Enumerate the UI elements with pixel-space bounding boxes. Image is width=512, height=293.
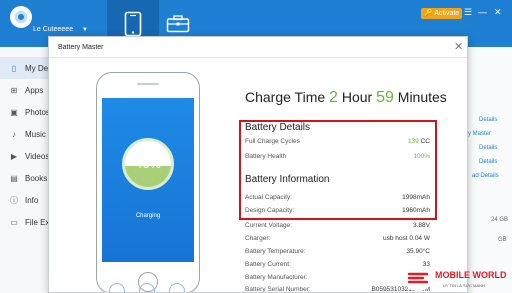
sidebar-item-books[interactable]: ▤ Books: [0, 167, 50, 189]
user-name[interactable]: Le Cuteeeee: [33, 26, 73, 33]
storage-free: GB: [498, 237, 507, 243]
battery-information-title: Battery Information: [245, 174, 330, 185]
hour-label: Hour: [341, 89, 373, 105]
photos-icon: ▣: [10, 107, 18, 117]
phone-screen: 46% Charging: [102, 98, 194, 262]
phone-illustration: 46% Charging: [96, 72, 200, 292]
actual-capacity-label: Actual Capacity:: [245, 194, 292, 201]
activate-label: Activate: [434, 10, 460, 17]
sidebar-item-label: Info: [25, 195, 39, 205]
close-window-icon[interactable]: ✕: [494, 7, 502, 18]
videos-icon: ▶: [10, 151, 18, 161]
settings-icon[interactable]: [169, 283, 185, 292]
details-link[interactable]: Details: [479, 145, 497, 151]
details-link[interactable]: Details: [479, 159, 497, 165]
cycles-number: 139: [407, 138, 419, 145]
minute-label: Minutes: [397, 89, 447, 105]
current-voltage-value: 3.88V: [413, 222, 430, 229]
cycles-unit: CC: [420, 138, 430, 145]
chevron-down-icon[interactable]: ▼: [82, 27, 88, 33]
battery-master-link[interactable]: y Master: [468, 131, 491, 137]
battery-health-value: 100%: [413, 153, 430, 160]
full-charge-cycles-value: 139 CC: [408, 138, 430, 145]
menu-icon[interactable]: ☰: [464, 7, 472, 18]
sidebar-item-label: File Ex: [25, 217, 50, 227]
battery-current-label: Battery Current:: [245, 261, 291, 268]
phone-icon: [124, 11, 142, 36]
battery-percent: 46%: [134, 156, 162, 171]
apps-icon: ⊞: [10, 85, 18, 95]
dialog-title: Battery Master: [58, 44, 104, 51]
sidebar-item-label: Books: [25, 173, 48, 183]
full-charge-cycles-label: Full Charge Cycles: [245, 138, 300, 145]
design-capacity-value: 1960mAh: [402, 207, 430, 214]
minimize-icon[interactable]: —: [478, 7, 487, 17]
music-icon: ♪: [12, 129, 16, 139]
details-link[interactable]: ad Details: [472, 173, 499, 179]
battery-details-title: Battery Details: [245, 122, 311, 133]
toolbox-icon: [166, 14, 190, 32]
sidebar-item-label: Videos: [25, 151, 50, 161]
battery-master-dialog: Battery Master ✕ 46% Charging Charge Tim…: [48, 36, 468, 293]
sidebar-item-label: Photos: [25, 107, 50, 117]
charge-hours: 2: [329, 89, 338, 106]
storage-size: 24 GB: [491, 217, 509, 223]
file-explorer-icon: ▭: [10, 217, 18, 227]
sidebar-item-music[interactable]: ♪ Music: [0, 123, 50, 145]
books-icon: ▤: [10, 173, 18, 183]
charger-label: Charger:: [245, 235, 271, 242]
charge-time-label: Charge Time: [245, 89, 326, 105]
current-voltage-label: Current Voltage:: [245, 222, 292, 229]
sidebar-item-videos[interactable]: ▶ Videos: [0, 145, 50, 167]
battery-temperature-label: Battery Temperature:: [245, 248, 306, 255]
close-icon[interactable]: ✕: [454, 40, 463, 54]
battery-level-gauge: 46%: [122, 138, 174, 190]
charging-status: Charging: [135, 213, 161, 219]
battery-temperature-value: 35.90°C: [406, 248, 430, 255]
battery-serial-number-label: Battery Serial Number:: [245, 286, 311, 293]
phone-icon: ▯: [11, 63, 17, 73]
refresh-icon[interactable]: [109, 283, 125, 292]
charger-value: usb host 0.04 W: [383, 235, 430, 242]
battery-health-label: Battery Health: [245, 153, 287, 160]
phone-speaker: [137, 83, 159, 85]
sidebar: ▯ My De ⊞ Apps ▣ Photos ♪ Music ▶ Videos ▤ Boo…: [0, 47, 50, 293]
sidebar-item-file-explorer[interactable]: ▭ File Ex: [0, 211, 50, 233]
watermark: MOBILE WORLD UY TÍN LÀ SỨC MẠNH: [403, 265, 512, 293]
device-overview-panel: Details y Master Details Details ad Deta…: [468, 47, 512, 293]
charge-minutes: 59: [376, 89, 394, 106]
highlight-box: [239, 120, 437, 220]
sidebar-item-my-device[interactable]: ▯ My De: [0, 57, 50, 79]
watermark-brand: MOBILE WORLD: [435, 270, 507, 280]
sidebar-item-label: Apps: [25, 85, 44, 95]
divider: [49, 57, 467, 58]
sidebar-item-label: Music: [25, 129, 46, 139]
activate-button[interactable]: 🔑 Activate: [421, 8, 463, 19]
mobile-world-logo-icon: [403, 265, 433, 291]
info-icon: ⓘ: [10, 195, 18, 205]
sidebar-item-apps[interactable]: ⊞ Apps: [0, 79, 50, 101]
actual-capacity-value: 1998mAh: [402, 194, 430, 201]
battery-manufacturer-label: Battery Manufacturer:: [245, 274, 308, 281]
details-link[interactable]: Details: [479, 117, 497, 123]
edit-icon[interactable]: [139, 283, 155, 292]
sidebar-item-label: My De: [25, 63, 49, 73]
sidebar-item-info[interactable]: ⓘ Info: [0, 189, 50, 211]
app-logo-icon: [10, 6, 32, 28]
design-capacity-label: Design Capacity:: [245, 207, 295, 214]
watermark-tagline: UY TÍN LÀ SỨC MẠNH: [443, 283, 485, 288]
sidebar-item-photos[interactable]: ▣ Photos: [0, 101, 50, 123]
charge-time: Charge Time 2 Hour 59 Minutes: [245, 89, 447, 107]
